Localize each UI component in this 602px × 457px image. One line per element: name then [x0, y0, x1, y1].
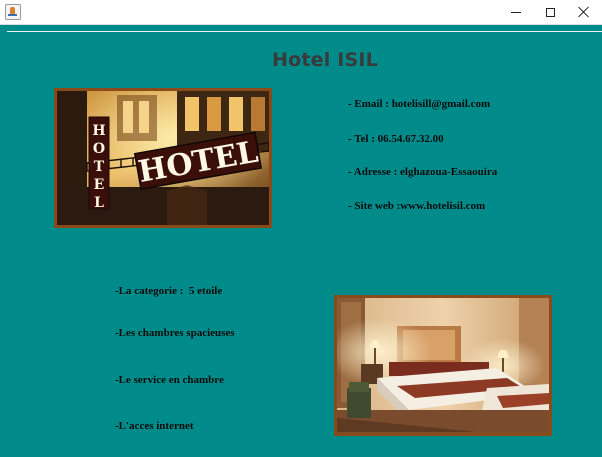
feature-internet: -L'acces internet [115, 420, 194, 432]
window-titlebar [0, 0, 602, 25]
minimize-button[interactable] [498, 0, 534, 24]
close-icon [578, 6, 590, 18]
hotel-room-photo [334, 295, 552, 436]
header-separator [7, 31, 602, 32]
page-title: Hotel ISIL [272, 49, 378, 71]
contact-website: - Site web :www.hotelisil.com [348, 200, 486, 212]
maximize-button[interactable] [532, 0, 568, 24]
feature-rooms: -Les chambres spacieuses [115, 327, 235, 339]
close-button[interactable] [566, 0, 602, 24]
contact-address: - Adresse : elghazoua-Essaouira [348, 166, 498, 178]
svg-text:H: H [92, 123, 105, 139]
contact-phone: - Tel : 06.54.67.32.00 [348, 133, 444, 145]
java-app-icon [5, 4, 21, 20]
minimize-icon [511, 11, 521, 13]
contact-email: - Email : hotelisill@gmail.com [348, 98, 491, 110]
feature-category: -La categorie : 5 etoile [115, 285, 223, 297]
hotel-facade-photo: H O T E L HOTEL [54, 88, 272, 228]
svg-text:E: E [94, 177, 105, 193]
maximize-icon [545, 7, 555, 17]
svg-text:T: T [94, 159, 105, 175]
svg-text:O: O [93, 141, 105, 157]
svg-text:L: L [94, 195, 104, 211]
feature-room-service: -Le service en chambre [115, 374, 224, 386]
